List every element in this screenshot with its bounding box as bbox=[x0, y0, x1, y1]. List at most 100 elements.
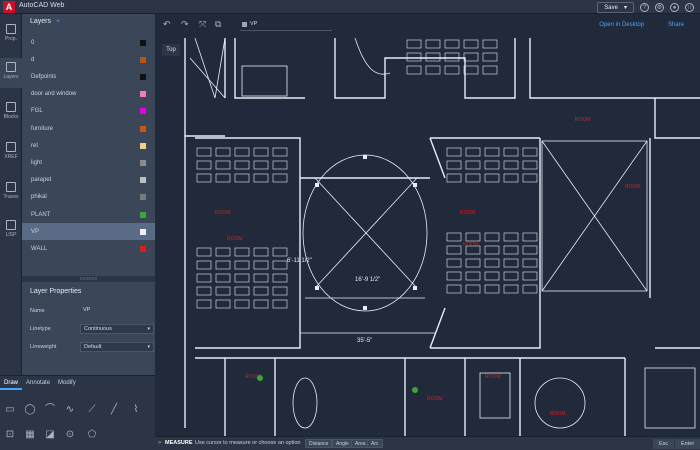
rail-layers[interactable]: Layers bbox=[0, 58, 22, 88]
apps-icon[interactable]: ∷ bbox=[685, 2, 694, 12]
layer-color-swatch[interactable] bbox=[140, 159, 146, 166]
save-caret-icon[interactable]: ▾ bbox=[624, 3, 627, 12]
lineweight-select[interactable]: Default ▾ bbox=[80, 342, 154, 352]
arc-tool-icon[interactable]: ⌒ bbox=[42, 402, 58, 418]
help-icon[interactable]: ? bbox=[640, 2, 649, 12]
desk bbox=[406, 52, 422, 62]
desk bbox=[446, 284, 462, 294]
save-label: Save bbox=[604, 4, 618, 11]
tab-draw[interactable]: Draw bbox=[0, 376, 23, 390]
option-arc[interactable]: Arc bbox=[367, 439, 383, 448]
layer-row[interactable]: 0 bbox=[22, 34, 155, 51]
desk bbox=[196, 273, 212, 283]
layer-color-swatch[interactable] bbox=[140, 228, 146, 235]
escape-button[interactable]: Esc bbox=[653, 439, 675, 449]
layer-color-swatch[interactable] bbox=[140, 194, 146, 201]
desk bbox=[444, 52, 460, 62]
layer-color-swatch[interactable] bbox=[140, 125, 146, 132]
add-layer-icon[interactable]: + bbox=[56, 18, 60, 28]
redo-icon[interactable]: ↷ bbox=[181, 19, 189, 30]
desk bbox=[503, 232, 519, 242]
share-link[interactable]: Share bbox=[668, 22, 684, 28]
select-tool-icon[interactable]: ⤧ bbox=[199, 19, 206, 30]
enter-button[interactable]: Enter bbox=[675, 439, 700, 449]
plant-markers bbox=[257, 375, 418, 393]
rail-blocks[interactable]: Blocks bbox=[0, 98, 22, 128]
tab-annotate[interactable]: Annotate bbox=[22, 376, 54, 390]
layer-selector[interactable]: VP bbox=[240, 19, 332, 31]
view-label[interactable]: Top bbox=[162, 44, 180, 56]
linetype-select[interactable]: Continuous ▾ bbox=[80, 324, 154, 334]
layer-row[interactable]: door and window bbox=[22, 86, 155, 103]
layer-row[interactable]: phikal bbox=[22, 189, 155, 206]
command-name: MEASURE bbox=[165, 440, 193, 446]
layer-name: VP bbox=[31, 228, 40, 235]
desk bbox=[215, 273, 231, 283]
line-tool-icon[interactable]: ╱ bbox=[106, 402, 122, 418]
polygon-tool-icon[interactable]: ⬠ bbox=[84, 427, 100, 443]
layer-color-swatch[interactable] bbox=[140, 211, 146, 218]
desk bbox=[503, 245, 519, 255]
point-tool-icon[interactable]: ⊙ bbox=[62, 427, 78, 443]
layer-row[interactable]: WALL bbox=[22, 240, 155, 257]
lineweight-value: Default bbox=[84, 344, 102, 350]
layer-color-swatch[interactable] bbox=[140, 245, 146, 252]
titlebar-actions: Save ▾ ? ⚙ ● ∷ bbox=[597, 0, 700, 14]
layer-selector-value: VP bbox=[250, 21, 258, 27]
layer-color-swatch[interactable] bbox=[140, 177, 146, 184]
room-label: ROOM bbox=[485, 374, 501, 380]
crop-tool-icon[interactable]: ⊡ bbox=[2, 427, 18, 443]
rectangle-tool-icon[interactable]: ▭ bbox=[2, 402, 18, 418]
tab-modify[interactable]: Modify bbox=[54, 376, 80, 390]
desk bbox=[234, 147, 250, 157]
save-button[interactable]: Save ▾ bbox=[597, 1, 634, 13]
desk bbox=[253, 260, 269, 270]
layer-row[interactable]: FGL bbox=[22, 103, 155, 120]
spline-tool-icon[interactable]: ∿ bbox=[62, 402, 78, 418]
traces-icon bbox=[6, 182, 16, 192]
drawing-canvas[interactable]: ROOM ROOM ROOM ROOM ROOM ROOM ROOM ROOM … bbox=[155, 37, 700, 436]
layer-row[interactable]: d bbox=[22, 51, 155, 68]
layer-row[interactable]: parapet bbox=[22, 172, 155, 189]
desk bbox=[234, 260, 250, 270]
desk bbox=[215, 147, 231, 157]
revcloud-tool-icon[interactable]: ⌇ bbox=[128, 402, 144, 418]
layer-row[interactable]: PLANT bbox=[22, 206, 155, 223]
desk bbox=[446, 245, 462, 255]
option-distance[interactable]: Distance bbox=[305, 439, 333, 448]
room-label: ROOM bbox=[463, 242, 479, 248]
option-angle[interactable]: Angle bbox=[332, 439, 353, 448]
layer-row[interactable]: VP bbox=[22, 223, 155, 241]
layer-color-swatch[interactable] bbox=[140, 108, 146, 115]
layer-color-swatch[interactable] bbox=[140, 39, 146, 46]
window-select-icon[interactable]: ⧉ bbox=[215, 19, 221, 30]
layer-color-swatch[interactable] bbox=[140, 73, 146, 80]
floor-plan-drawing[interactable]: ROOM ROOM ROOM ROOM ROOM ROOM ROOM ROOM … bbox=[155, 37, 700, 436]
layer-row[interactable]: light bbox=[22, 154, 155, 171]
rail-lisp[interactable]: LISP bbox=[0, 216, 22, 246]
desk bbox=[522, 258, 538, 268]
command-line[interactable]: > MEASURE Use cursor to measure or choos… bbox=[155, 436, 700, 450]
rail-traces[interactable]: Traces bbox=[0, 178, 22, 208]
layer-row[interactable]: ret bbox=[22, 137, 155, 154]
rail-xref[interactable]: XREF bbox=[0, 138, 22, 168]
desk bbox=[272, 299, 288, 309]
layer-color-swatch[interactable] bbox=[140, 142, 146, 149]
open-in-desktop-link[interactable]: Open in Desktop bbox=[599, 22, 644, 28]
circle-tool-icon[interactable]: ◯ bbox=[22, 402, 38, 418]
hatch-tool-icon[interactable]: ◪ bbox=[42, 427, 58, 443]
user-icon[interactable]: ● bbox=[670, 2, 679, 12]
desk bbox=[425, 65, 441, 75]
rail-label: Blocks bbox=[3, 114, 19, 120]
desk bbox=[253, 299, 269, 309]
settings-icon[interactable]: ⚙ bbox=[655, 2, 664, 12]
layer-color-swatch[interactable] bbox=[140, 91, 146, 98]
polyline-tool-icon[interactable]: ⟋ bbox=[84, 402, 100, 418]
rail-properties[interactable]: Prop. bbox=[0, 20, 22, 50]
layer-color-swatch[interactable] bbox=[140, 56, 146, 63]
undo-icon[interactable]: ↶ bbox=[163, 19, 171, 30]
layer-name: Defpoints bbox=[31, 73, 57, 80]
layer-row[interactable]: furniture bbox=[22, 120, 155, 137]
grid-tool-icon[interactable]: ▦ bbox=[22, 427, 38, 443]
layer-row[interactable]: Defpoints bbox=[22, 68, 155, 85]
